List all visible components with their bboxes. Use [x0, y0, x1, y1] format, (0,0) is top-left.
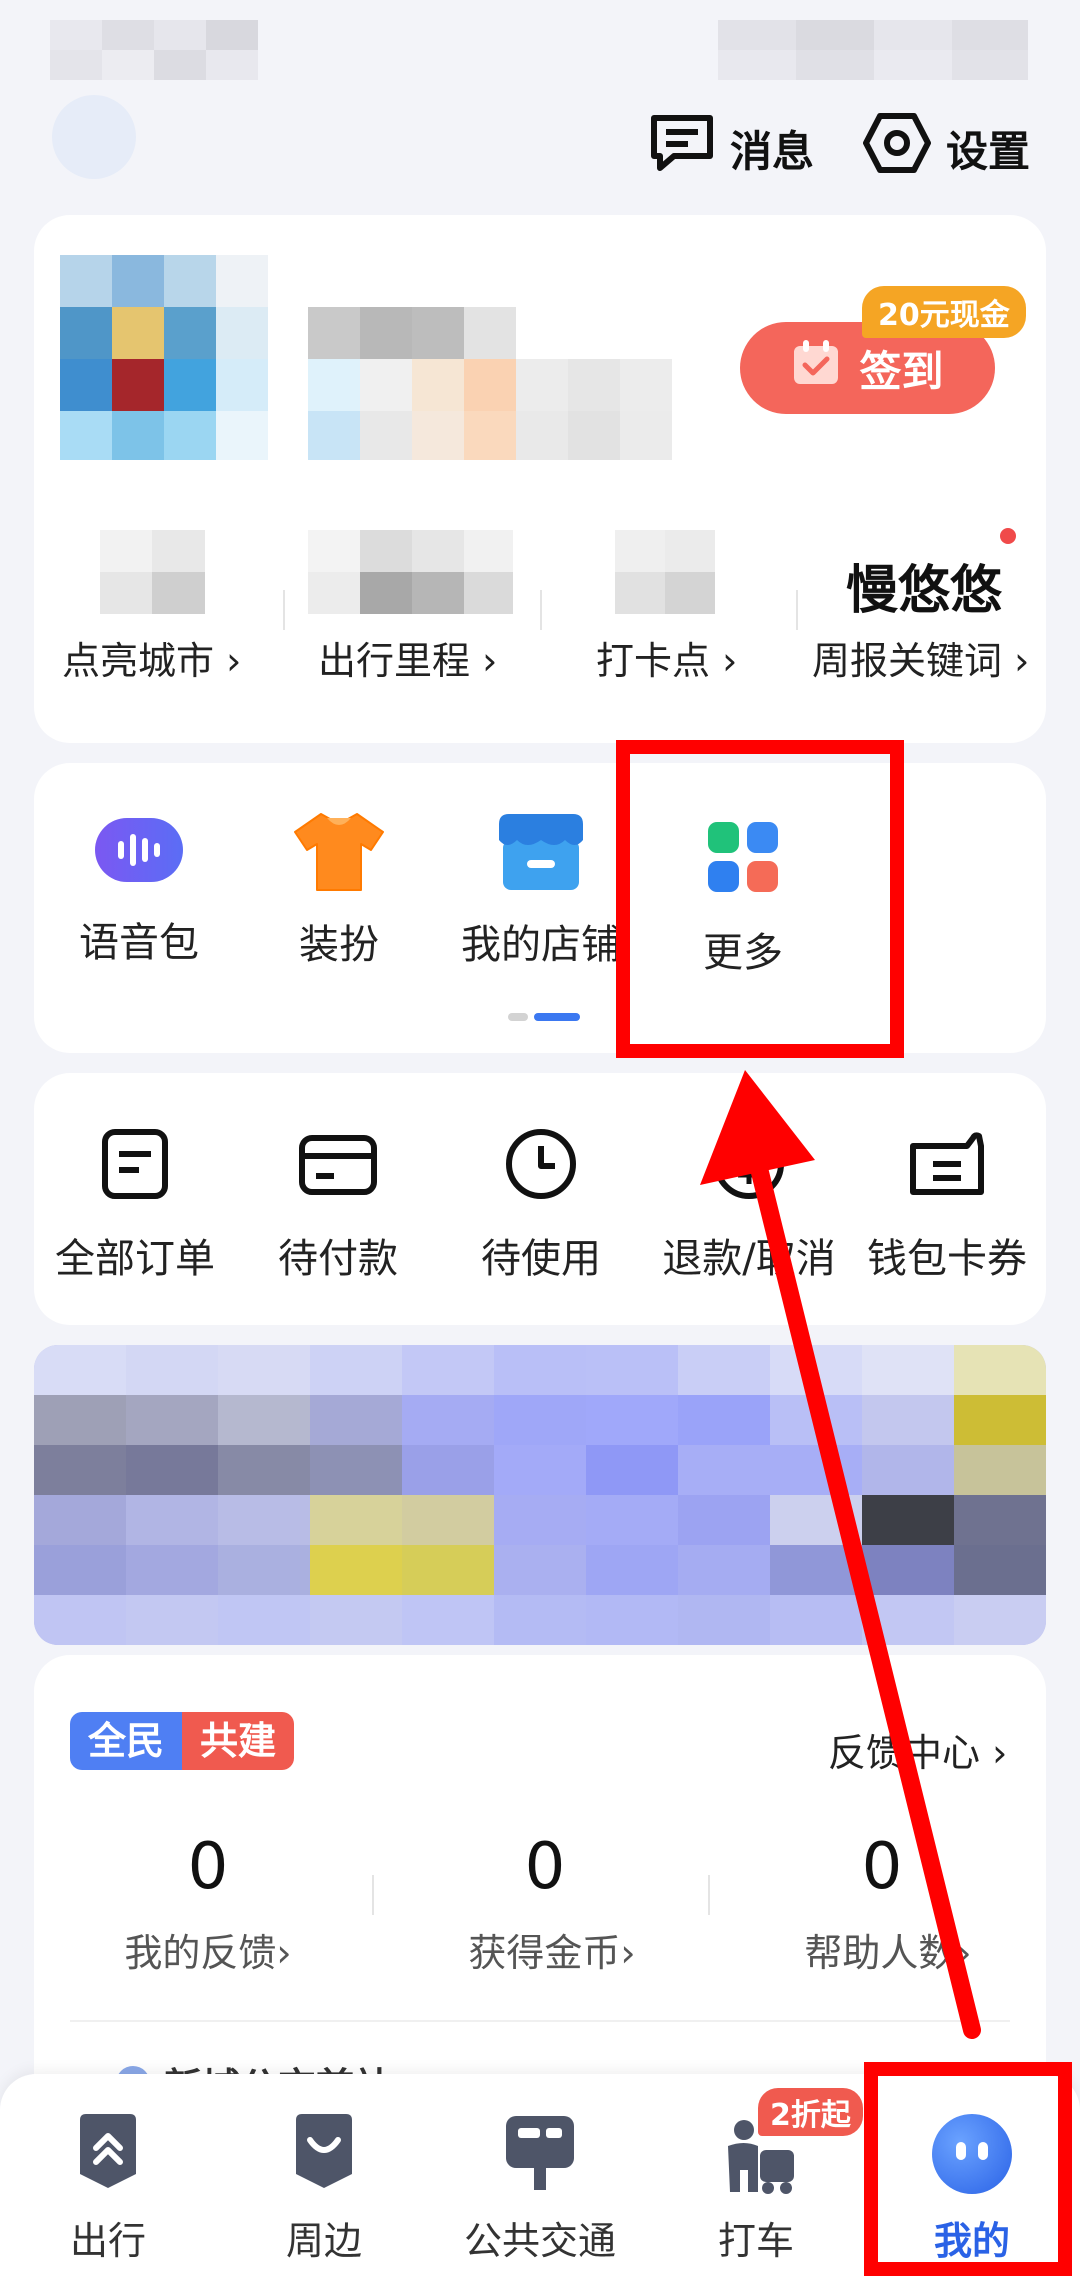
annotation-arrow	[700, 1070, 981, 2039]
